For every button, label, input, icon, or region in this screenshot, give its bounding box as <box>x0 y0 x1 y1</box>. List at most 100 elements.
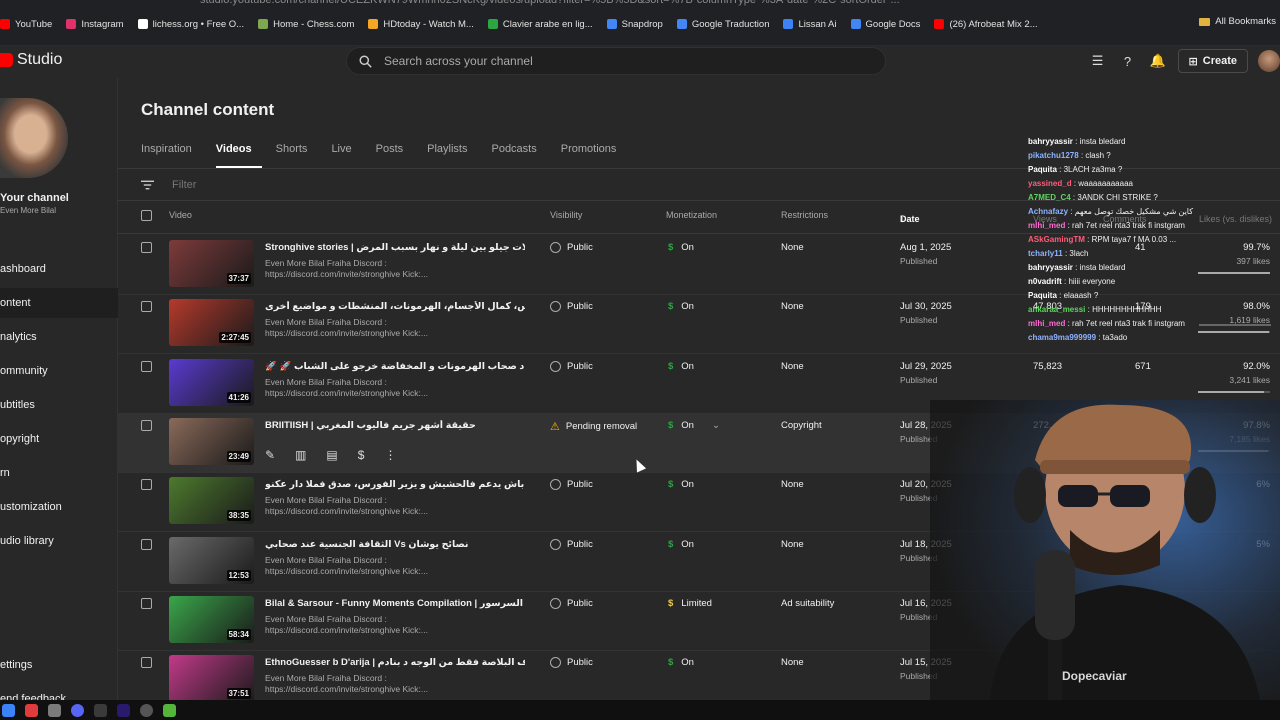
video-thumbnail[interactable]: 2:27:45 <box>169 299 254 347</box>
video-title[interactable]: الثقافة الجنسية عند صحابي Vs نصائح يوشان <box>265 539 525 550</box>
tab-inspiration[interactable]: Inspiration <box>141 142 202 168</box>
account-avatar[interactable] <box>1258 50 1280 72</box>
tab-posts[interactable]: Posts <box>376 142 414 168</box>
video-title[interactable]: Bilal & Sarsour - Funny Moments Compilat… <box>265 598 525 609</box>
tab-shorts[interactable]: Shorts <box>276 142 318 168</box>
obs-icon[interactable] <box>94 703 107 717</box>
row-checkbox[interactable] <box>141 538 152 550</box>
tab-podcasts[interactable]: Podcasts <box>491 142 546 168</box>
bookmark-item[interactable]: HDtoday - Watch M... <box>368 19 474 30</box>
more-options-icon[interactable]: ⋮ <box>384 448 396 462</box>
sidebar-item[interactable]: rn <box>0 458 118 488</box>
channel-avatar[interactable] <box>0 98 68 178</box>
tab-playlists[interactable]: Playlists <box>427 142 477 168</box>
filter-input[interactable]: Filter <box>172 179 196 191</box>
row-checkbox[interactable] <box>141 657 152 669</box>
select-all-checkbox[interactable] <box>141 210 152 221</box>
video-thumbnail[interactable]: 23:49 <box>169 417 254 465</box>
monetization-cell[interactable]: $ On <box>668 361 694 372</box>
edit-icon[interactable]: ✎ <box>265 448 275 462</box>
bookmark-item[interactable]: (26) Afrobeat Mix 2... <box>934 19 1038 30</box>
row-checkbox[interactable] <box>141 242 152 253</box>
tab-live[interactable]: Live <box>331 142 361 168</box>
monetization-cell[interactable]: $ On <box>668 479 694 490</box>
column-visibility[interactable]: Visibility <box>550 210 582 220</box>
create-button[interactable]: ⊞ Create <box>1177 49 1248 73</box>
comments-icon[interactable]: ▤ <box>326 448 337 462</box>
notifications-icon[interactable]: 🔔 <box>1148 51 1168 71</box>
sidebar-item[interactable]: nalytics <box>0 322 118 352</box>
bookmark-item[interactable]: Clavier arabe en lig... <box>487 19 593 30</box>
video-title[interactable]: 🚀 🚀 هاد صحاب الهرمونات و المخفاضة خرجو ع… <box>265 361 525 372</box>
filter-icon[interactable] <box>141 180 154 190</box>
row-checkbox[interactable] <box>141 479 152 491</box>
bookmark-item[interactable]: YouTube <box>0 19 52 30</box>
studio-logo[interactable]: Studio <box>0 51 62 69</box>
file-explorer-icon[interactable] <box>2 703 15 717</box>
monetization-cell[interactable]: $ On <box>668 301 694 312</box>
tab-promotions[interactable]: Promotions <box>561 142 627 168</box>
help-icon[interactable]: ? <box>1118 51 1138 71</box>
monetization-cell[interactable]: $ Limited <box>668 598 712 609</box>
all-bookmarks-button[interactable]: All Bookmarks <box>1199 16 1276 27</box>
address-bar[interactable]: studio.youtube.com/channel/UCEZKWN79Wmnn… <box>200 0 970 8</box>
sidebar-item[interactable]: ontent <box>0 288 118 318</box>
visibility-cell[interactable]: Public <box>550 657 593 669</box>
visibility-cell[interactable]: Public <box>550 242 593 253</box>
bookmark-item[interactable]: Home - Chess.com <box>258 19 354 30</box>
settings-icon[interactable] <box>140 703 153 717</box>
row-checkbox[interactable] <box>141 597 152 609</box>
visibility-cell[interactable]: Public <box>550 479 593 491</box>
row-checkbox[interactable] <box>141 301 152 313</box>
chevron-down-icon[interactable]: ⌄ <box>712 420 720 431</box>
bookmark-item[interactable]: Google Docs <box>850 19 920 30</box>
kick-icon[interactable] <box>163 703 176 717</box>
visibility-cell[interactable]: Public <box>550 301 593 313</box>
sidebar-item[interactable]: ettings <box>0 650 118 680</box>
bookmark-item[interactable]: Lissan Ai <box>783 19 837 30</box>
monetization-cell[interactable]: $ On <box>668 539 694 550</box>
premiere-icon[interactable] <box>117 703 130 717</box>
search-input[interactable]: Search across your channel <box>384 54 533 68</box>
video-title[interactable]: دردشة حول النفس، كمال الأجسام، الهرمونات… <box>265 301 525 312</box>
monetization-cell[interactable]: $ On <box>668 657 694 668</box>
bookmark-item[interactable]: Instagram <box>66 19 124 30</box>
monetization-cell[interactable]: $ On ⌄ <box>668 420 720 431</box>
video-title[interactable]: BRIITIISH | حقيقة أشهر جريم فاليوب المغر… <box>265 420 525 431</box>
feedback-icon[interactable]: ☰ <box>1088 51 1108 71</box>
visibility-cell[interactable]: Public <box>550 597 593 609</box>
bookmark-item[interactable]: lichess.org • Free O... <box>137 19 244 30</box>
browser-icon[interactable] <box>25 703 38 717</box>
video-title[interactable]: Stronghive stories | انتحيق حلمه، عبدلات… <box>265 242 525 253</box>
bookmark-item[interactable]: Google Traduction <box>676 19 769 30</box>
video-title[interactable]: EthnoGuesser b D'arija | واش نقدر نعرف ا… <box>265 657 525 668</box>
sidebar-item[interactable]: ubtitles <box>0 390 118 420</box>
video-thumbnail[interactable]: 37:37 <box>169 240 254 287</box>
visibility-cell[interactable]: Public <box>550 360 593 372</box>
video-thumbnail[interactable]: 58:34 <box>169 595 254 643</box>
column-monetization[interactable]: Monetization <box>666 210 717 220</box>
tab-videos[interactable]: Videos <box>215 142 262 168</box>
sidebar-item[interactable]: udio library <box>0 526 118 556</box>
video-thumbnail[interactable]: 12:53 <box>169 536 254 584</box>
sidebar-item[interactable]: ommunity <box>0 356 118 386</box>
row-checkbox[interactable] <box>141 360 152 372</box>
visibility-cell[interactable]: ⚠ Pending removal <box>550 420 637 433</box>
monetization-icon[interactable]: $ <box>358 448 365 462</box>
search-box[interactable]: Search across your channel <box>346 47 886 75</box>
app-grid-icon[interactable] <box>48 703 61 717</box>
sidebar-item[interactable]: ustomization <box>0 492 118 522</box>
filter-bar[interactable]: Filter <box>141 177 196 193</box>
video-title[interactable]: منا من كزا لكنامة باش يدعم فالحشيش و يزي… <box>265 479 525 490</box>
bookmark-item[interactable]: Snapdrop <box>606 19 663 30</box>
video-thumbnail[interactable]: 41:26 <box>169 358 254 406</box>
discord-icon[interactable] <box>71 703 84 717</box>
column-restrictions[interactable]: Restrictions <box>781 210 828 220</box>
sidebar-item[interactable]: ashboard <box>0 254 118 284</box>
row-checkbox[interactable] <box>141 419 152 431</box>
sidebar-item[interactable]: opyright <box>0 424 118 454</box>
monetization-cell[interactable]: $ On <box>668 242 694 253</box>
analytics-icon[interactable]: ▥ <box>295 448 306 462</box>
video-thumbnail[interactable]: 37:51 <box>169 655 254 703</box>
visibility-cell[interactable]: Public <box>550 538 593 550</box>
